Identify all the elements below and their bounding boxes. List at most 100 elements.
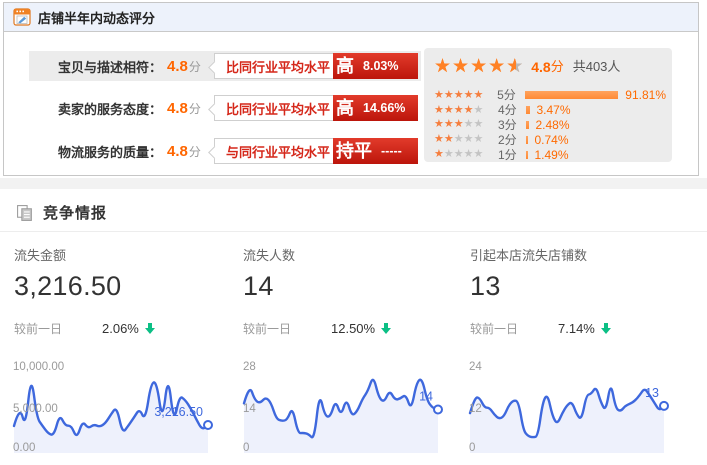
dist-label: 3分 (498, 119, 526, 131)
metric-lost-amount: 流失金额 3,216.50 较前一日 2.06% (14, 245, 224, 337)
dist-bar (526, 121, 529, 129)
svg-text:5,000.00: 5,000.00 (13, 403, 58, 415)
stars-2-icon: ★★★★★ (434, 134, 498, 145)
star-icon: ★ (488, 57, 505, 76)
stars-4-icon: ★★★★★ (434, 105, 498, 116)
rating-label: 物流服务的质量： (29, 142, 162, 161)
chart-end-value: 14 (419, 390, 433, 404)
rating-summary-box: ★★★★★★ 4.8 分 共403人 ★★★★★ 5分 91.81% ★★★★★… (424, 48, 672, 162)
compare-result: 高 14.66% (333, 95, 418, 121)
dist-bar (526, 136, 528, 144)
chart-end-value: 13 (645, 386, 659, 400)
shop-icon (13, 8, 31, 26)
compare-result: 高 8.03% (333, 53, 418, 79)
competition-panel: 竞争情报 流失金额 3,216.50 较前一日 2.06% 流失人数 14 较前… (0, 189, 707, 465)
compare-text: 比同行业平均水平 (214, 95, 333, 121)
competition-header: 竞争情报 (16, 202, 107, 223)
rating-panel-header: 店铺半年内动态评分 (4, 3, 698, 32)
rating-distribution: ★★★★★ 5分 91.81% ★★★★★ 4分 3.47% ★★★★★ 3分 … (434, 88, 666, 162)
arrow-down-icon (600, 322, 612, 335)
competition-title: 竞争情报 (43, 202, 107, 223)
svg-text:12: 12 (469, 403, 482, 415)
rating-row-description: 宝贝与描述相符： 4.8 分 比同行业平均水平 高 8.03% (29, 51, 421, 81)
metric-value: 14 (243, 271, 453, 302)
metric-label: 流失金额 (14, 245, 224, 264)
dist-percent: 91.81% (625, 89, 666, 101)
dist-bar (526, 151, 528, 159)
svg-text:10,000.00: 10,000.00 (13, 361, 64, 373)
svg-text:0.00: 0.00 (13, 442, 35, 454)
rating-score-unit: 分 (189, 58, 201, 75)
change-percent: 2.06% (102, 321, 139, 336)
industry-compare-tag: 与同行业平均水平 持平 ----- (214, 138, 418, 164)
metric-lost-shops: 引起本店流失店铺数 13 较前一日 7.14% (470, 245, 680, 337)
dist-percent: 0.74% (535, 134, 569, 146)
svg-text:14: 14 (243, 403, 256, 415)
dist-row-1: ★★★★★ 1分 1.49% (434, 147, 666, 162)
rating-score: 4.8 (167, 100, 188, 117)
compare-delta: 8.03% (363, 59, 398, 73)
metric-lost-visitors: 流失人数 14 较前一日 12.50% (243, 245, 453, 337)
compare-period-label: 较前一日 (470, 320, 558, 337)
svg-text:0: 0 (243, 442, 249, 454)
arrow-down-icon (144, 322, 156, 335)
overall-score: 4.8 (531, 60, 550, 74)
dist-label: 5分 (497, 89, 525, 101)
industry-compare-tag: 比同行业平均水平 高 14.66% (214, 95, 418, 121)
industry-compare-tag: 比同行业平均水平 高 8.03% (214, 53, 418, 79)
rating-count: 共403人 (573, 60, 621, 73)
compare-text: 比同行业平均水平 (214, 53, 333, 79)
compare-period-label: 较前一日 (243, 320, 331, 337)
svg-text:28: 28 (243, 361, 256, 373)
metric-compare-row: 较前一日 12.50% (243, 320, 453, 337)
star-half-icon: ★★ (506, 57, 523, 76)
compare-result: 持平 ----- (333, 138, 418, 164)
seller-dashboard: 店铺半年内动态评分 宝贝与描述相符： 4.8 分 比同行业平均水平 高 8.03… (0, 0, 707, 465)
shop-rating-panel: 店铺半年内动态评分 宝贝与描述相符： 4.8 分 比同行业平均水平 高 8.03… (3, 2, 699, 176)
rating-panel-title: 店铺半年内动态评分 (38, 8, 155, 27)
svg-text:24: 24 (469, 361, 482, 373)
dist-row-5: ★★★★★ 5分 91.81% (434, 88, 666, 103)
header-divider (0, 231, 707, 232)
metric-value: 13 (470, 271, 680, 302)
lost-visitors-trend-chart[interactable]: 28 14 0 14 (240, 354, 445, 460)
change-percent: 12.50% (331, 321, 375, 336)
dist-row-2: ★★★★★ 2分 0.74% (434, 132, 666, 147)
star-icon: ★ (470, 57, 487, 76)
metric-label: 引起本店流失店铺数 (470, 245, 680, 264)
dist-label: 2分 (498, 134, 526, 146)
rating-score-unit: 分 (189, 100, 201, 117)
change-percent: 7.14% (558, 321, 595, 336)
stars-5-icon: ★★★★★ (434, 90, 497, 101)
compare-verdict: 高 (336, 57, 354, 75)
metric-value: 3,216.50 (14, 271, 224, 302)
compare-verdict: 持平 (336, 142, 372, 160)
dist-percent: 3.47% (537, 104, 571, 116)
metric-compare-row: 较前一日 7.14% (470, 320, 680, 337)
dist-percent: 1.49% (535, 149, 569, 161)
compare-verdict: 高 (336, 99, 354, 117)
overall-stars: ★★★★★★ 4.8 分 共403人 (434, 57, 620, 76)
stars-1-icon: ★★★★★ (434, 149, 498, 160)
metric-compare-row: 较前一日 2.06% (14, 320, 224, 337)
rating-label: 卖家的服务态度： (29, 99, 162, 118)
rating-row-service: 卖家的服务态度： 4.8 分 比同行业平均水平 高 14.66% (29, 93, 421, 123)
dist-bar (526, 106, 530, 114)
compare-period-label: 较前一日 (14, 320, 102, 337)
rating-label: 宝贝与描述相符： (29, 57, 162, 76)
dist-label: 4分 (498, 104, 526, 116)
compare-delta: ----- (381, 144, 402, 158)
copy-pages-icon (16, 204, 34, 222)
dist-row-4: ★★★★★ 4分 3.47% (434, 103, 666, 118)
compare-delta: 14.66% (363, 101, 405, 115)
dist-bar (525, 91, 619, 99)
stars-3-icon: ★★★★★ (434, 119, 498, 130)
rating-row-logistics: 物流服务的质量： 4.8 分 与同行业平均水平 持平 ----- (29, 136, 421, 166)
lost-shops-trend-chart[interactable]: 24 12 0 13 (466, 354, 671, 460)
rating-score-unit: 分 (189, 143, 201, 160)
overall-score-unit: 分 (551, 60, 564, 73)
star-icon: ★ (452, 57, 469, 76)
lost-amount-trend-chart[interactable]: 10,000.00 5,000.00 0.00 3,216.50 (10, 354, 215, 460)
metric-label: 流失人数 (243, 245, 453, 264)
compare-text: 与同行业平均水平 (214, 138, 333, 164)
